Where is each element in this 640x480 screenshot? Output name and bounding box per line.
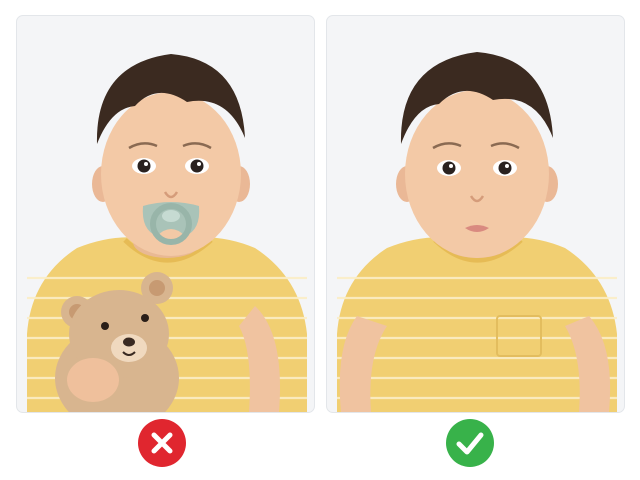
baby-hand xyxy=(67,358,119,402)
baby-face xyxy=(101,92,241,256)
baby-photo-neutral xyxy=(337,52,617,412)
x-icon xyxy=(151,432,173,454)
baby-face xyxy=(405,90,549,258)
check-icon xyxy=(456,432,484,455)
correct-badge xyxy=(446,419,494,467)
photo-panel-incorrect xyxy=(16,15,315,413)
photo-panel-correct xyxy=(326,15,625,413)
baby-photo-with-pacifier-and-teddy xyxy=(27,54,307,412)
incorrect-badge xyxy=(138,419,186,467)
